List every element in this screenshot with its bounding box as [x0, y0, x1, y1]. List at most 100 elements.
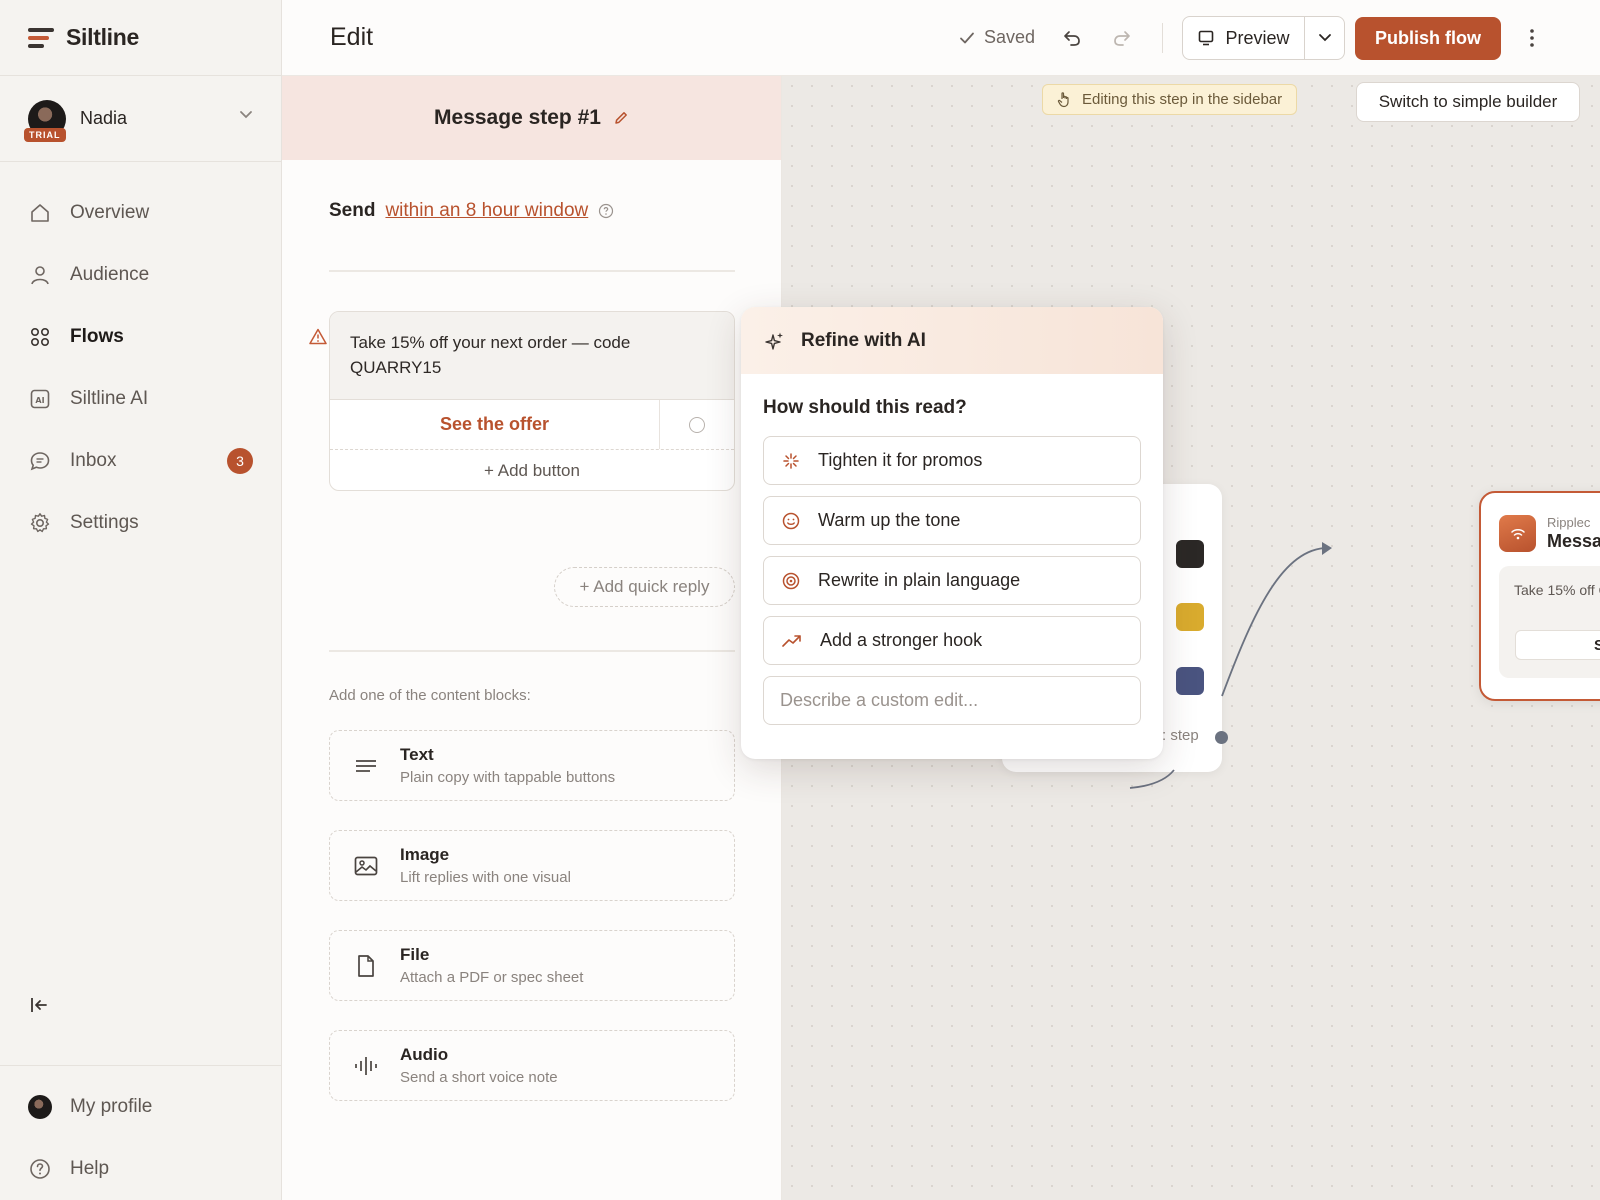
message-card: Take 15% off your next order — code QUAR… — [329, 311, 735, 491]
ai-option-label: Warm up the tone — [818, 510, 961, 530]
block-description: Send a short voice note — [400, 1069, 558, 1086]
step-editor-panel: Message step #1 Send within an 8 hour wi… — [282, 76, 782, 1200]
preview-button[interactable]: Preview — [1183, 17, 1305, 59]
popover-question: How should this read? — [763, 397, 967, 418]
nav-item-audience[interactable]: Audience — [0, 244, 281, 306]
button-select-radio[interactable] — [660, 400, 734, 449]
message-node[interactable]: Ripplec Messa Take 15% off QUARRY15 S — [1479, 491, 1600, 701]
sparkle-icon — [765, 332, 783, 350]
saved-label: Saved — [984, 27, 1036, 47]
nav-label: Settings — [70, 512, 139, 533]
node-subtitle: Ripplec — [1547, 515, 1591, 530]
siltline-logo-icon — [28, 27, 54, 48]
flows-icon — [28, 325, 52, 349]
add-quick-reply-button[interactable]: + Add quick reply — [554, 567, 735, 607]
cta-button[interactable]: See the offer — [330, 400, 660, 449]
nav-item-siltline-ai[interactable]: AI Siltline AI — [0, 368, 281, 430]
send-window-link[interactable]: within an 8 hour window — [385, 200, 588, 222]
sidebar: Siltline Nadia TRIAL Overview Audience F… — [0, 0, 282, 1200]
nav-label: Audience — [70, 264, 150, 285]
help-icon — [28, 1157, 52, 1181]
account-switcher[interactable]: Nadia — [0, 76, 281, 162]
undo-icon[interactable] — [1058, 24, 1086, 52]
ai-option-label: Rewrite in plain language — [818, 570, 1021, 590]
ai-option-warm-up[interactable]: Warm up the tone — [763, 496, 1141, 545]
audio-wave-icon — [352, 1052, 380, 1080]
preview-split-button: Preview — [1182, 16, 1345, 60]
warning-icon — [309, 328, 327, 345]
divider — [329, 650, 735, 652]
account-name: Nadia — [80, 108, 128, 128]
inbox-count-badge: 3 — [227, 448, 253, 474]
save-status: Saved — [958, 27, 1035, 48]
step-title: Message step #1 — [434, 106, 601, 129]
refine-with-ai-popover: Refine with AI How should this read? Tig… — [741, 307, 1163, 759]
nav-label: My profile — [70, 1096, 153, 1117]
ai-option-label: Tighten it for promos — [818, 450, 983, 470]
avatar — [28, 1095, 52, 1119]
custom-edit-input[interactable] — [763, 676, 1141, 725]
collapse-sidebar-icon[interactable] — [28, 994, 52, 1018]
chevron-down-icon — [1318, 34, 1331, 42]
block-description: Plain copy with tappable buttons — [400, 769, 616, 786]
block-title: Text — [400, 745, 434, 764]
file-icon — [352, 952, 380, 980]
message-text[interactable]: Take 15% off your next order — code QUAR… — [330, 312, 734, 400]
trial-badge: TRIAL — [24, 128, 66, 142]
nav-item-inbox[interactable]: Inbox 3 — [0, 430, 281, 492]
block-title: Image — [400, 845, 450, 864]
content-block-file[interactable]: File Attach a PDF or spec sheet — [329, 930, 735, 1001]
publish-flow-button[interactable]: Publish flow — [1355, 17, 1501, 60]
nav-item-overview[interactable]: Overview — [0, 182, 281, 244]
brand: Siltline — [0, 0, 281, 76]
chevron-down-icon — [240, 111, 252, 119]
target-icon — [782, 572, 800, 589]
help-icon[interactable] — [598, 203, 614, 219]
home-icon — [28, 201, 52, 225]
check-icon — [960, 32, 974, 43]
trend-up-icon — [782, 634, 801, 647]
text-lines-icon — [352, 752, 380, 780]
add-button[interactable]: + Add button — [330, 450, 734, 490]
gear-icon — [28, 511, 52, 535]
node-message-preview: Take 15% off QUARRY15 — [1499, 566, 1600, 678]
nav-item-my-profile[interactable]: My profile — [0, 1076, 281, 1138]
block-description: Lift replies with one visual — [400, 869, 571, 886]
popover-title: Refine with AI — [801, 329, 926, 351]
block-title: File — [400, 945, 430, 964]
ai-option-label: Add a stronger hook — [820, 630, 983, 650]
ai-option-tighten[interactable]: Tighten it for promos — [763, 436, 1141, 485]
content-blocks-label: Add one of the content blocks: — [329, 687, 531, 704]
nav-item-settings[interactable]: Settings — [0, 492, 281, 554]
block-title: Audio — [400, 1045, 449, 1064]
main-nav: Overview Audience Flows AI Siltline AI I… — [0, 162, 281, 554]
node-title: Messa — [1547, 531, 1600, 551]
nav-label: Overview — [70, 202, 150, 223]
nav-item-flows[interactable]: Flows — [0, 306, 281, 368]
preview-label: Preview — [1225, 27, 1290, 48]
more-options-icon[interactable] — [1518, 24, 1546, 52]
chat-icon — [28, 449, 52, 473]
preview-options-button[interactable] — [1305, 17, 1344, 59]
node-cta-button: S — [1515, 630, 1600, 660]
nav-item-help[interactable]: Help — [0, 1138, 281, 1200]
nav-label: Flows — [70, 326, 124, 347]
ai-option-stronger-hook[interactable]: Add a stronger hook — [763, 616, 1141, 665]
redo-icon[interactable] — [1108, 24, 1136, 52]
sparkle-burst-icon — [783, 452, 799, 469]
content-block-audio[interactable]: Audio Send a short voice note — [329, 1030, 735, 1101]
ai-option-plain-language[interactable]: Rewrite in plain language — [763, 556, 1141, 605]
monitor-icon — [1199, 30, 1214, 46]
nav-label: Siltline AI — [70, 388, 149, 409]
content-block-image[interactable]: Image Lift replies with one visual — [329, 830, 735, 901]
pencil-icon[interactable] — [613, 110, 629, 126]
sidebar-bottom: My profile Help — [0, 1065, 281, 1200]
app-name: Siltline — [66, 24, 140, 50]
ripple-logo-icon — [1499, 515, 1536, 552]
content-block-text[interactable]: Text Plain copy with tappable buttons — [329, 730, 735, 801]
top-bar: Edit Saved Preview Publish flow — [282, 0, 1600, 76]
nav-label: Inbox — [70, 450, 117, 471]
divider — [329, 270, 735, 272]
step-header: Message step #1 — [282, 76, 781, 160]
nav-label: Help — [70, 1158, 110, 1179]
